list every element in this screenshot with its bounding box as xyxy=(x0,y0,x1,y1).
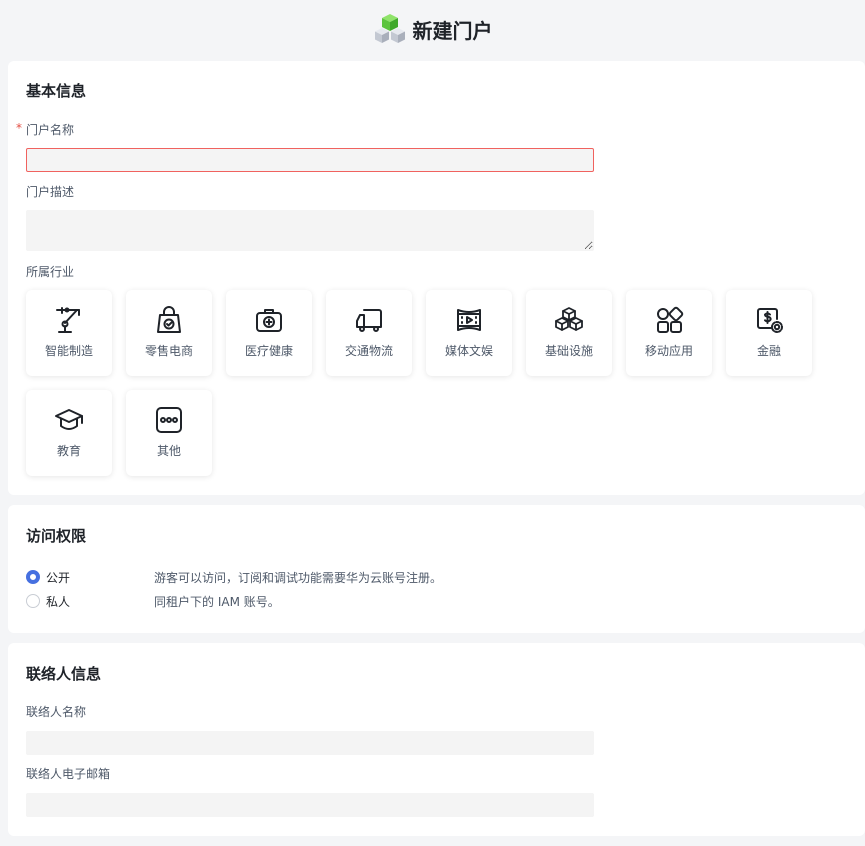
industry-label-text: 移动应用 xyxy=(644,344,693,358)
industry-label-text: 基础设施 xyxy=(544,344,593,358)
contact-name-input[interactable] xyxy=(26,731,594,755)
radio-description: 同租户下的 IAM 账号。 xyxy=(154,594,280,609)
industry-tile-logistics[interactable]: 交通物流 xyxy=(326,290,412,376)
radio-button[interactable] xyxy=(26,594,40,608)
industry-tile-infrastructure[interactable]: 基础设施 xyxy=(526,290,612,376)
robot-arm-icon xyxy=(53,304,85,336)
infrastructure-cubes-icon xyxy=(553,304,585,336)
more-dots-icon xyxy=(153,404,185,436)
radio-button[interactable] xyxy=(26,570,40,584)
industry-tile-retail[interactable]: 零售电商 xyxy=(126,290,212,376)
page-title: 新建门户 xyxy=(412,18,493,43)
basic-info-title: 基本信息 xyxy=(26,82,87,100)
truck-icon xyxy=(353,304,385,336)
finance-dollar-icon xyxy=(753,304,785,336)
required-marker: * xyxy=(16,121,22,135)
industry-label-text: 媒体文娱 xyxy=(444,344,493,358)
industry-label-text: 医疗健康 xyxy=(244,344,293,358)
radio-private[interactable]: 私人 同租户下的 IAM 账号。 xyxy=(26,592,280,610)
industry-tile-education[interactable]: 教育 xyxy=(26,390,112,476)
radio-label: 私人 xyxy=(46,594,71,609)
portal-name-label: 门户名称 xyxy=(26,123,75,137)
industry-label-text: 其他 xyxy=(156,444,181,458)
access-title: 访问权限 xyxy=(26,527,87,545)
radio-public[interactable]: 公开 游客可以访问，订阅和调试功能需要华为云账号注册。 xyxy=(26,568,442,586)
medical-kit-icon xyxy=(253,304,285,336)
industry-tile-media[interactable]: 媒体文娱 xyxy=(426,290,512,376)
page-header: 新建门户 xyxy=(0,0,865,58)
industry-tile-other[interactable]: 其他 xyxy=(126,390,212,476)
contact-name-label: 联络人名称 xyxy=(26,705,87,719)
radio-description: 游客可以访问，订阅和调试功能需要华为云账号注册。 xyxy=(154,570,443,585)
industry-label-text: 零售电商 xyxy=(144,344,193,358)
portal-desc-textarea[interactable] xyxy=(26,210,594,251)
portal-desc-label: 门户描述 xyxy=(26,185,75,199)
radio-label: 公开 xyxy=(46,570,71,585)
app-grid-icon xyxy=(653,304,685,336)
contact-email-label: 联络人电子邮箱 xyxy=(26,767,111,781)
contact-card: 联络人信息 联络人名称 联络人电子邮箱 xyxy=(8,643,865,836)
industry-label: 所属行业 xyxy=(26,265,75,279)
cubes-icon xyxy=(374,14,405,43)
industry-label-text: 教育 xyxy=(56,444,81,458)
shopping-bag-icon xyxy=(153,304,185,336)
industry-label-text: 智能制造 xyxy=(44,344,93,358)
industry-label-text: 交通物流 xyxy=(344,344,393,358)
industry-tile-mobile[interactable]: 移动应用 xyxy=(626,290,712,376)
contact-email-input[interactable] xyxy=(26,793,594,817)
graduation-cap-icon xyxy=(53,404,85,436)
contact-title: 联络人信息 xyxy=(26,665,102,683)
basic-info-card: 基本信息 * 门户名称 门户描述 所属行业 智能制造 零售电商 医疗健康 交通物… xyxy=(8,61,865,495)
industry-tile-healthcare[interactable]: 医疗健康 xyxy=(226,290,312,376)
industry-tile-manufacturing[interactable]: 智能制造 xyxy=(26,290,112,376)
access-card: 访问权限 公开 游客可以访问，订阅和调试功能需要华为云账号注册。 私人 同租户下… xyxy=(8,505,865,633)
video-reel-icon xyxy=(453,304,485,336)
industry-tile-finance[interactable]: 金融 xyxy=(726,290,812,376)
portal-name-input[interactable] xyxy=(26,148,594,172)
industry-label-text: 金融 xyxy=(756,344,781,358)
